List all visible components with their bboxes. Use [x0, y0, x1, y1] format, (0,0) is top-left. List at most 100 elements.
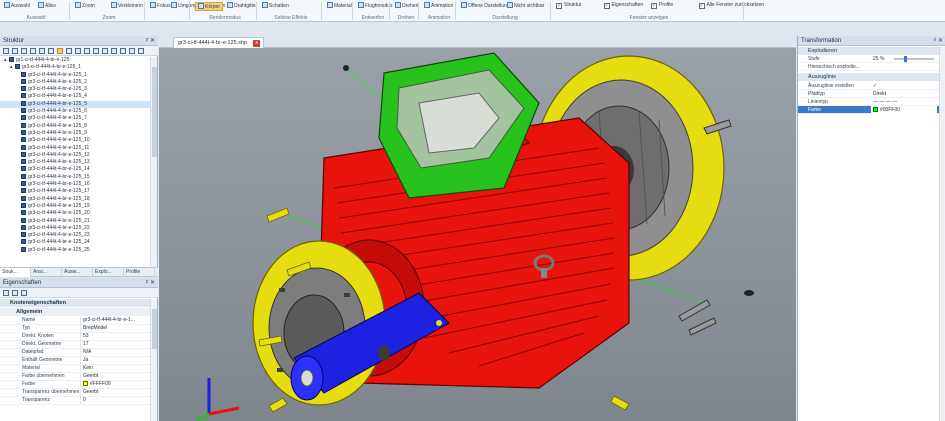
tree-item[interactable]: ▴ gr1-ci-tf-444t-4-br-e-125 — [0, 57, 150, 64]
ribbon-button[interactable]: Körper — [195, 2, 224, 11]
tree-item[interactable]: gr3-ci-tf-444t-4-br-e-125_7 — [0, 115, 150, 122]
tree-item[interactable]: gr3-ci-tf-444t-4-br-e-125_6 — [0, 108, 150, 115]
property-value[interactable]: 0 — [80, 397, 148, 405]
ribbon-button[interactable]: ✓ Eigenschaften — [603, 2, 643, 9]
tree-item[interactable]: gr3-ci-tf-444t-4-br-e-125_8 — [0, 122, 150, 130]
ribbon-button[interactable]: ✓ Profile — [651, 2, 673, 9]
explode-level-slider[interactable] — [894, 58, 934, 60]
tree-item[interactable]: gr3-ci-tf-444t-4-br-e-125_24 — [0, 239, 150, 246]
section-general[interactable]: Allgemein — [0, 308, 150, 316]
property-row[interactable]: Farbe #FFFF00 — [0, 381, 150, 389]
ribbon-button[interactable]: Material — [327, 2, 352, 9]
property-value[interactable]: Ja — [80, 357, 148, 365]
tree-item[interactable]: gr3-ci-tf-444t-4-br-e-125_10 — [0, 137, 150, 144]
expand-all-icon[interactable] — [3, 48, 9, 54]
measure-icon[interactable] — [120, 48, 126, 54]
explode-slider-handle[interactable] — [904, 56, 907, 62]
ribbon-button[interactable]: Verkleinern — [111, 2, 143, 9]
property-row[interactable]: Enthält Geometrie Ja — [0, 357, 150, 365]
tree-item[interactable]: gr3-ci-tf-444t-4-br-e-125_20 — [0, 210, 150, 217]
property-row[interactable]: Transparenz übernehmen Geerbt — [0, 389, 150, 397]
refresh-icon[interactable] — [48, 48, 54, 54]
section-explode[interactable]: Explodieren — [798, 47, 945, 55]
ribbon-button[interactable]: Auswahl — [4, 2, 30, 9]
show-icon[interactable] — [66, 48, 72, 54]
color-icon[interactable] — [102, 48, 108, 54]
structure-scrollbar[interactable] — [150, 57, 157, 267]
tree-item[interactable]: gr3-ci-tf-444t-4-br-e-125_19 — [0, 202, 150, 210]
tree-item[interactable]: gr3-ci-tf-444t-4-br-e-125_25 — [0, 246, 150, 254]
highlight-icon[interactable] — [57, 48, 63, 54]
create-lines-row[interactable]: Auszuglinie erstellen ✓ — [798, 82, 945, 90]
tree-item[interactable]: gr3-ci-tf-444t-4-br-e-125_18 — [0, 195, 150, 203]
property-row[interactable]: Farbe übernehmen Geerbt — [0, 373, 150, 381]
tree-item[interactable]: gr3-ci-tf-444t-4-br-e-125_9 — [0, 129, 150, 137]
ribbon-button[interactable]: Animation — [424, 2, 453, 9]
create-lines-checkbox[interactable]: ✓ — [871, 82, 937, 90]
ribbon-button[interactable]: Flughmodus — [358, 2, 393, 9]
collapse-all-icon[interactable] — [12, 48, 18, 54]
transformation-scrollbar[interactable] — [939, 47, 945, 421]
property-row[interactable]: Transparenz 0 — [0, 397, 150, 405]
tree-item[interactable]: gr3-ci-tf-444t-4-br-e-125_5 — [0, 100, 150, 109]
ribbon-button[interactable]: Fokus — [150, 2, 171, 9]
document-tab[interactable]: gr3-ci-tf-444t-4-br-e-125.shp x — [173, 37, 265, 48]
ribbon-button[interactable]: ✓ Alle Fenster zurücksetzen — [698, 2, 764, 9]
tree-item[interactable]: gr3-ci-tf-444t-4-br-e-125_1 — [0, 71, 150, 79]
scrollbar-thumb[interactable] — [152, 309, 157, 349]
ribbon-button[interactable]: Drahtgitter — [227, 2, 257, 9]
ribbon-button[interactable]: Offene Darstellung — [461, 2, 510, 9]
ribbon-button[interactable]: Drehen — [395, 2, 418, 9]
property-value[interactable]: N/A — [80, 349, 148, 357]
tree-item[interactable]: ▴ gr3-ci-tf-444t-4-br-e-125_1 — [0, 64, 150, 71]
transparency-icon[interactable] — [93, 48, 99, 54]
tree-view-icon[interactable] — [21, 48, 27, 54]
panel-tab[interactable]: Ausw... — [62, 268, 93, 277]
tree-item[interactable]: gr3-ci-tf-444t-4-br-e-125_3 — [0, 86, 150, 93]
ribbon-button[interactable]: ✓ Struktur — [556, 2, 582, 9]
ribbon-button[interactable]: Nicht sichtbar — [507, 2, 544, 9]
property-row[interactable]: Typ BrepModel — [0, 325, 150, 333]
tree-item[interactable]: gr3-ci-tf-444t-4-br-e-125_15 — [0, 173, 150, 181]
list-view-icon[interactable] — [30, 48, 36, 54]
settings-icon[interactable] — [138, 48, 144, 54]
section-icon[interactable] — [129, 48, 135, 54]
ribbon-button[interactable]: Schatten — [262, 2, 289, 9]
close-tab-icon[interactable]: x — [253, 40, 261, 47]
property-value[interactable]: Geerbt — [80, 373, 148, 381]
tree-item[interactable]: gr3-ci-tf-444t-4-br-e-125_11 — [0, 144, 150, 152]
path-type-row[interactable]: Pfadtyp Direkt ▼ — [798, 90, 945, 98]
property-value[interactable]: 17 — [80, 341, 148, 349]
property-value[interactable]: BrepModel — [80, 325, 148, 333]
tree-item[interactable]: gr3-ci-tf-444t-4-br-e-125_14 — [0, 166, 150, 173]
tree-item[interactable]: gr3-ci-tf-444t-4-br-e-125_21 — [0, 217, 150, 225]
isolate-icon[interactable] — [84, 48, 90, 54]
tree-item[interactable]: gr3-ci-tf-444t-4-br-e-125_17 — [0, 188, 150, 195]
line-type-select[interactable]: — — — — — [871, 98, 937, 106]
section-node-properties[interactable]: Knoteneigenschaften — [0, 299, 150, 307]
pin-icon[interactable]: ᵖ ✕ — [934, 36, 943, 46]
property-value[interactable]: gr3-ci-tf-444t-4-br-e-1... — [80, 317, 148, 325]
hierarchical-explode-row[interactable]: Hierarchisch explodie... — [798, 63, 945, 71]
pin-icon[interactable]: ᵖ ✕ — [146, 278, 155, 288]
property-value[interactable]: #FFFF00 — [80, 381, 148, 389]
tree-item[interactable]: gr3-ci-tf-444t-4-br-e-125_16 — [0, 181, 150, 188]
material-icon[interactable] — [111, 48, 117, 54]
tree-item[interactable]: gr3-ci-tf-444t-4-br-e-125_23 — [0, 232, 150, 239]
property-value[interactable]: 53 — [80, 333, 148, 341]
tree-item[interactable]: gr3-ci-tf-444t-4-br-e-125_22 — [0, 224, 150, 232]
filter-icon[interactable] — [21, 290, 27, 296]
property-row[interactable]: Material Kein — [0, 365, 150, 373]
categorize-icon[interactable] — [3, 290, 9, 296]
explode-level-row[interactable]: Stufe 25 % — [798, 55, 945, 63]
tree-item[interactable]: gr3-ci-tf-444t-4-br-e-125_2 — [0, 78, 150, 86]
line-color-value[interactable]: #00FF00 — [871, 106, 937, 114]
ribbon-button[interactable]: Zoom — [75, 2, 95, 9]
sort-icon[interactable] — [12, 290, 18, 296]
property-row[interactable]: Dateipfad N/A — [0, 349, 150, 357]
property-row[interactable]: Direkt. Geometrie 17 — [0, 341, 150, 349]
panel-tab[interactable]: Struk... — [0, 268, 31, 277]
tree-item[interactable]: gr3-ci-tf-444t-4-br-e-125_12 — [0, 151, 150, 159]
line-type-row[interactable]: Linientyp — — — — ▼ — [798, 98, 945, 106]
filter-icon[interactable] — [39, 48, 45, 54]
